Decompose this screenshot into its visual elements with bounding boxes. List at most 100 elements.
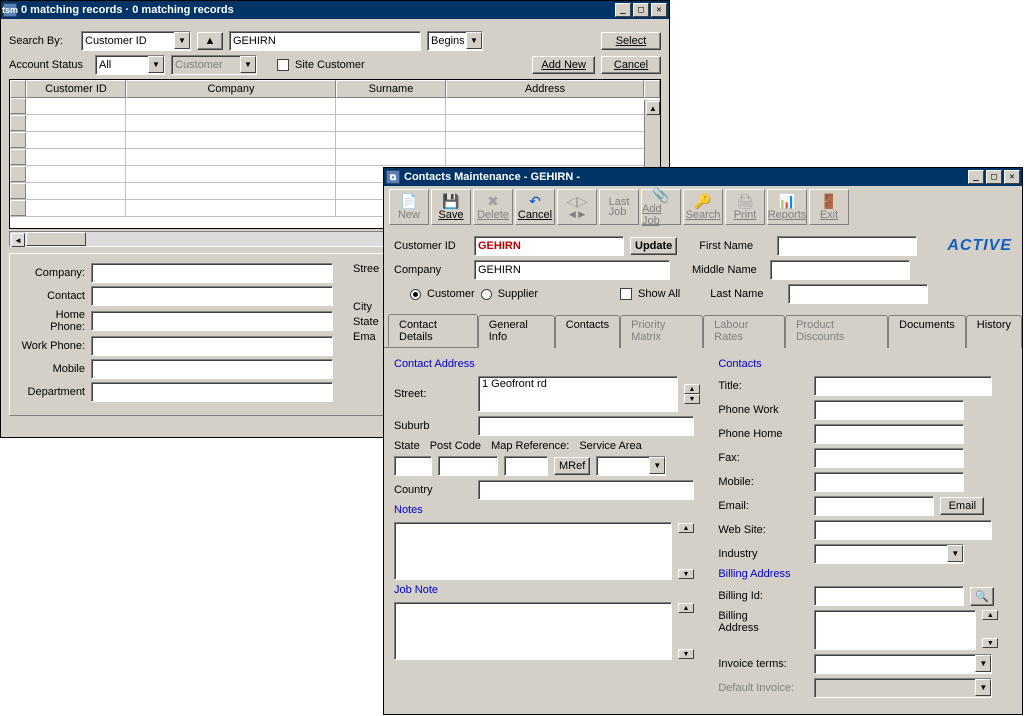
invoiceterms-select[interactable]	[814, 654, 992, 674]
section-contacts: Contacts	[718, 358, 1012, 370]
col-customer-id[interactable]: Customer ID	[26, 80, 126, 98]
industry-select[interactable]	[814, 544, 964, 564]
billingid-input[interactable]	[814, 586, 964, 606]
customer-radio[interactable]	[410, 289, 421, 300]
update-button[interactable]: Update	[630, 237, 677, 255]
tab-documents[interactable]: Documents	[888, 315, 966, 348]
tab-contact-details[interactable]: Contact Details	[388, 314, 478, 347]
state-label: State	[394, 440, 420, 452]
website-input[interactable]	[814, 520, 992, 540]
minimize-button[interactable]: _	[968, 170, 984, 184]
select-button[interactable]: Select	[601, 32, 661, 50]
middlename-input[interactable]	[770, 260, 910, 280]
homephone-label: Home Phone:	[20, 309, 85, 333]
mapref-input[interactable]	[504, 456, 548, 476]
homephone-field[interactable]	[91, 311, 333, 331]
phonehome-input[interactable]	[814, 424, 964, 444]
jobnote-textarea[interactable]	[394, 602, 672, 660]
toolbar-print[interactable]: 🖨Print	[725, 189, 765, 225]
street-label-trunc: Stree	[353, 263, 379, 275]
toolbar-nav[interactable]: ◁▷◀ ▶	[557, 189, 597, 225]
billingid-lookup-button[interactable]: 🔍	[970, 587, 994, 606]
mobile-input[interactable]	[814, 472, 964, 492]
search-value-input[interactable]	[229, 31, 421, 51]
company-label: Company	[394, 264, 468, 276]
mref-button[interactable]: MRef	[554, 457, 590, 475]
firstname-label: First Name	[699, 240, 771, 252]
scroll-up-icon[interactable]: ▲	[646, 101, 660, 115]
col-address[interactable]: Address	[446, 80, 644, 98]
chevron-down-icon[interactable]: ▼	[466, 32, 482, 49]
lastname-input[interactable]	[788, 284, 928, 304]
email-label: Email:	[718, 500, 808, 512]
toolbar-save[interactable]: 💾Save	[431, 189, 471, 225]
maximize-button[interactable]: □	[633, 3, 649, 17]
billingaddress-textarea[interactable]	[814, 610, 976, 650]
close-button[interactable]: ✕	[651, 3, 667, 17]
chevron-down-icon[interactable]: ▼	[975, 655, 991, 672]
suburb-input[interactable]	[478, 416, 694, 436]
toolbar-search[interactable]: 🔑Search	[683, 189, 723, 225]
tab-contacts[interactable]: Contacts	[555, 315, 620, 348]
col-company[interactable]: Company	[126, 80, 336, 98]
col-surname[interactable]: Surname	[336, 80, 446, 98]
mobile-field[interactable]	[91, 359, 333, 379]
country-input[interactable]	[478, 480, 694, 500]
maximize-button[interactable]: □	[986, 170, 1002, 184]
company-input[interactable]	[474, 260, 670, 280]
add-new-button[interactable]: Add New	[532, 56, 595, 74]
minimize-button[interactable]: _	[615, 3, 631, 17]
chevron-down-icon: ▼	[975, 679, 991, 696]
toolbar-new[interactable]: 📄New	[389, 189, 429, 225]
sort-up-button[interactable]: ▲	[197, 32, 223, 50]
street-input[interactable]	[478, 376, 678, 412]
email-button[interactable]: Email	[940, 497, 984, 515]
custid-input[interactable]	[474, 236, 624, 256]
contact-field[interactable]	[91, 286, 333, 306]
email-input[interactable]	[814, 496, 934, 516]
account-status-label: Account Status	[9, 59, 89, 71]
jobnote-stepper[interactable]: ▲▼	[678, 603, 694, 659]
postcode-input[interactable]	[438, 456, 498, 476]
tab-general-info[interactable]: General Info	[478, 315, 555, 348]
scroll-left-icon[interactable]: ◄	[11, 233, 25, 247]
app-icon: tsm	[3, 3, 17, 17]
custid-label: Customer ID	[394, 240, 468, 252]
servicearea-label: Service Area	[579, 440, 641, 452]
email-label-trunc: Ema	[353, 331, 376, 343]
chevron-down-icon[interactable]: ▼	[174, 32, 190, 49]
title-input[interactable]	[814, 376, 992, 396]
notes-stepper[interactable]: ▲▼	[678, 523, 694, 579]
state-input[interactable]	[394, 456, 432, 476]
chevron-down-icon[interactable]: ▼	[649, 457, 665, 474]
toolbar-reports[interactable]: 📊Reports	[767, 189, 807, 225]
supplier-radio[interactable]	[481, 289, 492, 300]
print-icon: 🖨	[736, 194, 754, 208]
addjob-icon: 📎	[652, 188, 669, 202]
contacts-titlebar: ⧉ Contacts Maintenance - GEHIRN - _ □ ✕	[384, 168, 1022, 186]
postcode-label: Post Code	[430, 440, 481, 452]
cancel-button[interactable]: Cancel	[601, 56, 661, 74]
show-all-checkbox[interactable]	[620, 288, 632, 300]
phonework-input[interactable]	[814, 400, 964, 420]
department-field[interactable]	[91, 382, 333, 402]
tab-history[interactable]: History	[966, 315, 1022, 348]
site-customer-checkbox[interactable]	[277, 59, 289, 71]
chevron-down-icon[interactable]: ▼	[148, 56, 164, 73]
toolbar-addjob[interactable]: 📎Add Job	[641, 189, 681, 225]
billingaddress-stepper[interactable]: ▲▼	[982, 610, 998, 648]
close-button[interactable]: ✕	[1004, 170, 1020, 184]
toolbar-exit[interactable]: 🚪Exit	[809, 189, 849, 225]
section-billing: Billing Address	[718, 568, 1012, 580]
firstname-input[interactable]	[777, 236, 917, 256]
street-stepper[interactable]: ▲▼	[684, 384, 700, 404]
toolbar-lastjob[interactable]: Last Job	[599, 189, 639, 225]
notes-textarea[interactable]	[394, 522, 672, 580]
billingaddress-label: Billing Address	[718, 610, 808, 634]
fax-input[interactable]	[814, 448, 964, 468]
toolbar-delete[interactable]: ✖Delete	[473, 189, 513, 225]
workphone-field[interactable]	[91, 336, 333, 356]
company-field[interactable]	[91, 263, 333, 283]
chevron-down-icon[interactable]: ▼	[947, 545, 963, 562]
toolbar-cancel[interactable]: ↶Cancel	[515, 189, 555, 225]
